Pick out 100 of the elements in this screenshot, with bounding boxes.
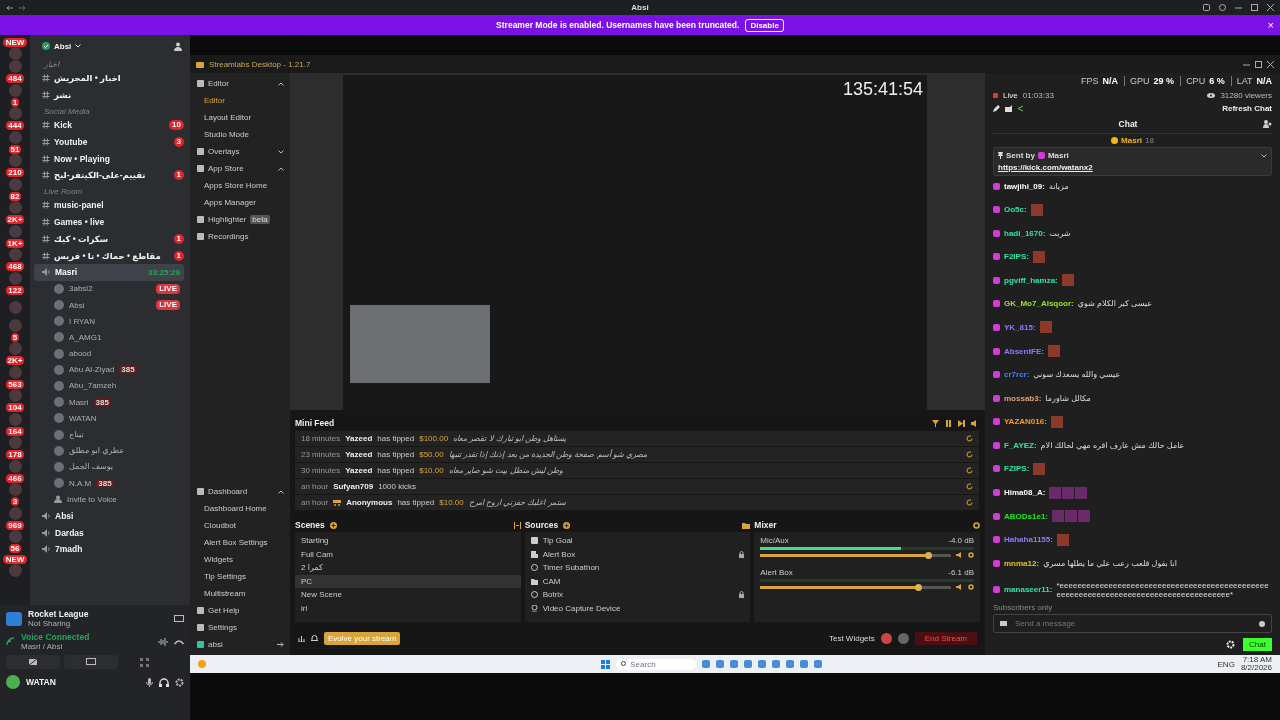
search-field[interactable]: Search [630, 659, 685, 669]
close-button[interactable]: × [1267, 19, 1274, 31]
bell-icon[interactable] [311, 634, 318, 642]
back-arrow-icon[interactable] [6, 4, 14, 11]
add-friend-icon[interactable] [174, 41, 184, 51]
chevron-down-icon[interactable] [75, 44, 82, 48]
scene-item[interactable]: Full Cam [295, 547, 521, 561]
channel-name[interactable]: تقييم-على-الكيتفر-لبح [54, 170, 146, 181]
replay-icon[interactable] [966, 451, 973, 458]
nav-subitem[interactable]: Alert Box Settings [190, 534, 290, 551]
add-icon[interactable] [329, 521, 337, 529]
channel-name[interactable]: Kick [54, 120, 72, 130]
speaker-icon[interactable] [956, 584, 963, 590]
chat-send-button[interactable]: Chat [1243, 637, 1272, 651]
member-name[interactable]: Masri [69, 397, 89, 407]
member-name[interactable]: abood [69, 349, 92, 359]
nav-item[interactable]: Settings [190, 619, 290, 636]
replay-icon[interactable] [966, 467, 973, 474]
clock-time[interactable]: 7:18 AM [1242, 655, 1272, 664]
voice-status[interactable]: Voice Connected [21, 632, 90, 642]
users-icon[interactable] [1263, 120, 1272, 128]
chevron-icon[interactable] [278, 489, 284, 494]
chevron-icon[interactable] [278, 149, 284, 154]
chat-username[interactable]: Hima08_A: [1004, 488, 1046, 497]
chat-username[interactable]: tawjihi_09: [1004, 181, 1045, 191]
scene-item[interactable]: Starting [295, 534, 521, 548]
clapperboard-icon[interactable] [1005, 105, 1012, 112]
end-stream-button[interactable]: End Stream [914, 631, 977, 645]
nav-subitem[interactable]: Editor [190, 92, 290, 109]
source-item[interactable]: Tip Goal [524, 534, 751, 548]
forward-arrow-icon[interactable] [18, 4, 26, 11]
channel-name[interactable]: Now • Playing [54, 153, 110, 164]
skip-icon[interactable] [958, 419, 965, 427]
share-screen-button[interactable] [64, 655, 118, 669]
chat-username[interactable]: Oo5c: [1004, 205, 1027, 215]
activities-icon[interactable] [140, 657, 149, 667]
username[interactable]: WATAN [26, 677, 56, 687]
chat-username[interactable]: FZIPS: [1004, 464, 1030, 474]
nav-subitem[interactable]: Widgets [190, 551, 290, 568]
voice-channel-path[interactable]: Masri / Absi [21, 642, 90, 651]
member-name[interactable]: تيناج [69, 430, 84, 440]
category-header[interactable]: Social Media [34, 103, 184, 117]
channel-name[interactable]: سكرات • كيك [54, 233, 109, 244]
headphones-icon[interactable] [159, 677, 169, 687]
source-item[interactable]: Alert Box [524, 547, 751, 561]
settings-icon[interactable] [968, 552, 974, 558]
source-item[interactable]: Botrix [524, 588, 751, 602]
microphone-icon[interactable] [146, 677, 153, 687]
settings-icon[interactable] [175, 677, 184, 687]
chat-username[interactable]: ABODs1e1: [1004, 511, 1048, 521]
filter-icon[interactable] [932, 419, 939, 427]
nav-subitem[interactable]: Dashboard Home [190, 500, 290, 517]
minimize-icon[interactable] [1235, 4, 1242, 11]
chevron-icon[interactable] [278, 166, 284, 171]
message-field[interactable]: Send a message [1013, 618, 1253, 629]
chat-tab[interactable]: Chat [1118, 119, 1138, 129]
chat-username[interactable]: manaseer11: [1004, 585, 1053, 595]
maximize-icon[interactable] [1255, 60, 1262, 68]
chat-username[interactable]: GK_Mo7_Alsqoor: [1004, 299, 1074, 309]
clock-date[interactable]: 8/2/2026 [1240, 664, 1272, 673]
nav-subitem[interactable]: Tip Settings [190, 568, 290, 585]
source-item[interactable]: CAM [524, 574, 751, 588]
settings-icon[interactable] [973, 521, 980, 529]
nav-item[interactable]: App Store [190, 160, 290, 177]
add-icon[interactable] [563, 521, 571, 529]
nav-subitem[interactable]: Apps Manager [190, 194, 290, 211]
nav-item[interactable]: Editor [190, 75, 290, 92]
chat-username[interactable]: pgviff_hamza: [1004, 275, 1058, 285]
category-header[interactable]: اخبار [34, 57, 184, 70]
voice-channel[interactable]: Masri 33:25:29 [34, 263, 184, 281]
replay-icon[interactable] [966, 435, 973, 442]
waveform-icon[interactable] [158, 637, 168, 646]
chat-username[interactable]: YAZAN016: [1004, 417, 1047, 427]
collection-icon[interactable] [513, 521, 521, 529]
replay-icon[interactable] [966, 483, 973, 490]
replay-icon[interactable] [966, 499, 973, 506]
pinned-link[interactable]: https://kick.com/watanx2 [998, 163, 1267, 172]
nav-item[interactable]: Overlays [190, 143, 290, 160]
lock-icon[interactable] [739, 591, 745, 599]
channel-name[interactable]: music-panel [54, 200, 104, 211]
voice-channel[interactable]: 7madh [34, 541, 184, 558]
chevron-down-icon[interactable] [1261, 153, 1267, 158]
scene-item[interactable]: New Scene [295, 588, 521, 602]
pause-icon[interactable] [945, 419, 952, 427]
member-name[interactable]: 3absl2 [69, 284, 93, 294]
channel-name[interactable]: اخبار • المجريش [54, 73, 121, 84]
member-name[interactable]: Abu Al-Ziyad [69, 365, 115, 375]
replay-buffer-button[interactable] [897, 632, 909, 644]
chat-username[interactable]: hadi_1670: [1004, 228, 1046, 238]
source-item[interactable]: Video Capture Device [524, 601, 751, 615]
chat-username[interactable]: mossab3: [1004, 393, 1042, 403]
emoji-icon[interactable] [1259, 620, 1265, 627]
member-name[interactable]: يوسف الجمل [69, 462, 114, 472]
bar-chart-icon[interactable] [298, 634, 305, 642]
channel-name[interactable]: نشر [54, 90, 72, 101]
chat-username[interactable]: F2IPS: [1004, 252, 1029, 262]
close-icon[interactable] [1267, 60, 1274, 68]
record-button[interactable] [880, 632, 892, 644]
nav-item[interactable]: Dashboard [190, 483, 290, 500]
help-icon[interactable] [1219, 4, 1226, 11]
